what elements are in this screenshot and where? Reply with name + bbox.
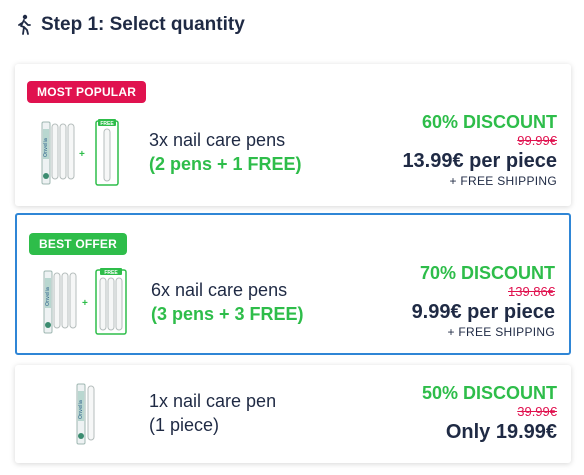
option-title: 3x nail care pens: [149, 130, 286, 150]
plus-sign: +: [79, 149, 85, 160]
old-price: 39.99€: [517, 404, 557, 419]
option-subtitle: (3 pens + 3 FREE): [151, 304, 304, 324]
option-card-1x[interactable]: Onvelia 1x nail care pen (1 piece) 50% D…: [15, 365, 571, 463]
plus-sign: +: [82, 298, 88, 309]
new-price: Only 19.99€: [445, 421, 557, 443]
old-price: 139.86€: [508, 284, 555, 299]
price-block: 70% DISCOUNT 139.86€ 9.99€ per piece + F…: [412, 263, 555, 340]
most-popular-badge: MOST POPULAR: [27, 81, 147, 103]
price-block: 60% DISCOUNT 99.99€ 13.99€ per piece + F…: [402, 112, 557, 189]
brand-text: Onvelia: [45, 287, 51, 306]
option-title: 6x nail care pens: [151, 280, 288, 300]
discount-label: 50% DISCOUNT: [421, 383, 557, 403]
best-offer-badge: BEST OFFER: [29, 233, 128, 255]
brand-text: Onvelia: [43, 138, 49, 157]
option-title: 1x nail care pen: [149, 391, 277, 411]
old-price: 99.99€: [517, 133, 557, 148]
new-price: 9.99€ per piece: [411, 301, 555, 323]
option-card-6x[interactable]: BEST OFFER Onvelia + FREE 6x nail care p…: [15, 213, 571, 355]
step-title: Step 1: Select quantity: [41, 14, 245, 35]
discount-label: 70% DISCOUNT: [419, 263, 555, 283]
option-card-3x[interactable]: MOST POPULAR Onvelia + FREE 3x nail care…: [15, 64, 571, 206]
new-price: 13.99€ per piece: [402, 150, 557, 172]
product-image-3-pens: Onvelia + FREE: [41, 119, 119, 186]
product-image-1-pen: Onvelia: [76, 383, 95, 445]
product-image-6-pens: Onvelia + FREE: [43, 268, 127, 335]
brand-text: Onvelia: [78, 400, 84, 419]
discount-label: 60% DISCOUNT: [421, 112, 557, 132]
free-label: FREE: [100, 121, 114, 127]
step-header: Step 1: Select quantity: [15, 14, 245, 36]
free-shipping-label: + FREE SHIPPING: [449, 174, 557, 188]
option-subtitle: (2 pens + 1 FREE): [149, 154, 302, 174]
walking-person-icon: [18, 14, 31, 35]
price-block: 50% DISCOUNT 39.99€ Only 19.99€: [422, 383, 557, 444]
free-label: FREE: [104, 270, 118, 276]
option-subtitle: (1 piece): [149, 415, 220, 435]
free-shipping-label: + FREE SHIPPING: [447, 325, 555, 339]
